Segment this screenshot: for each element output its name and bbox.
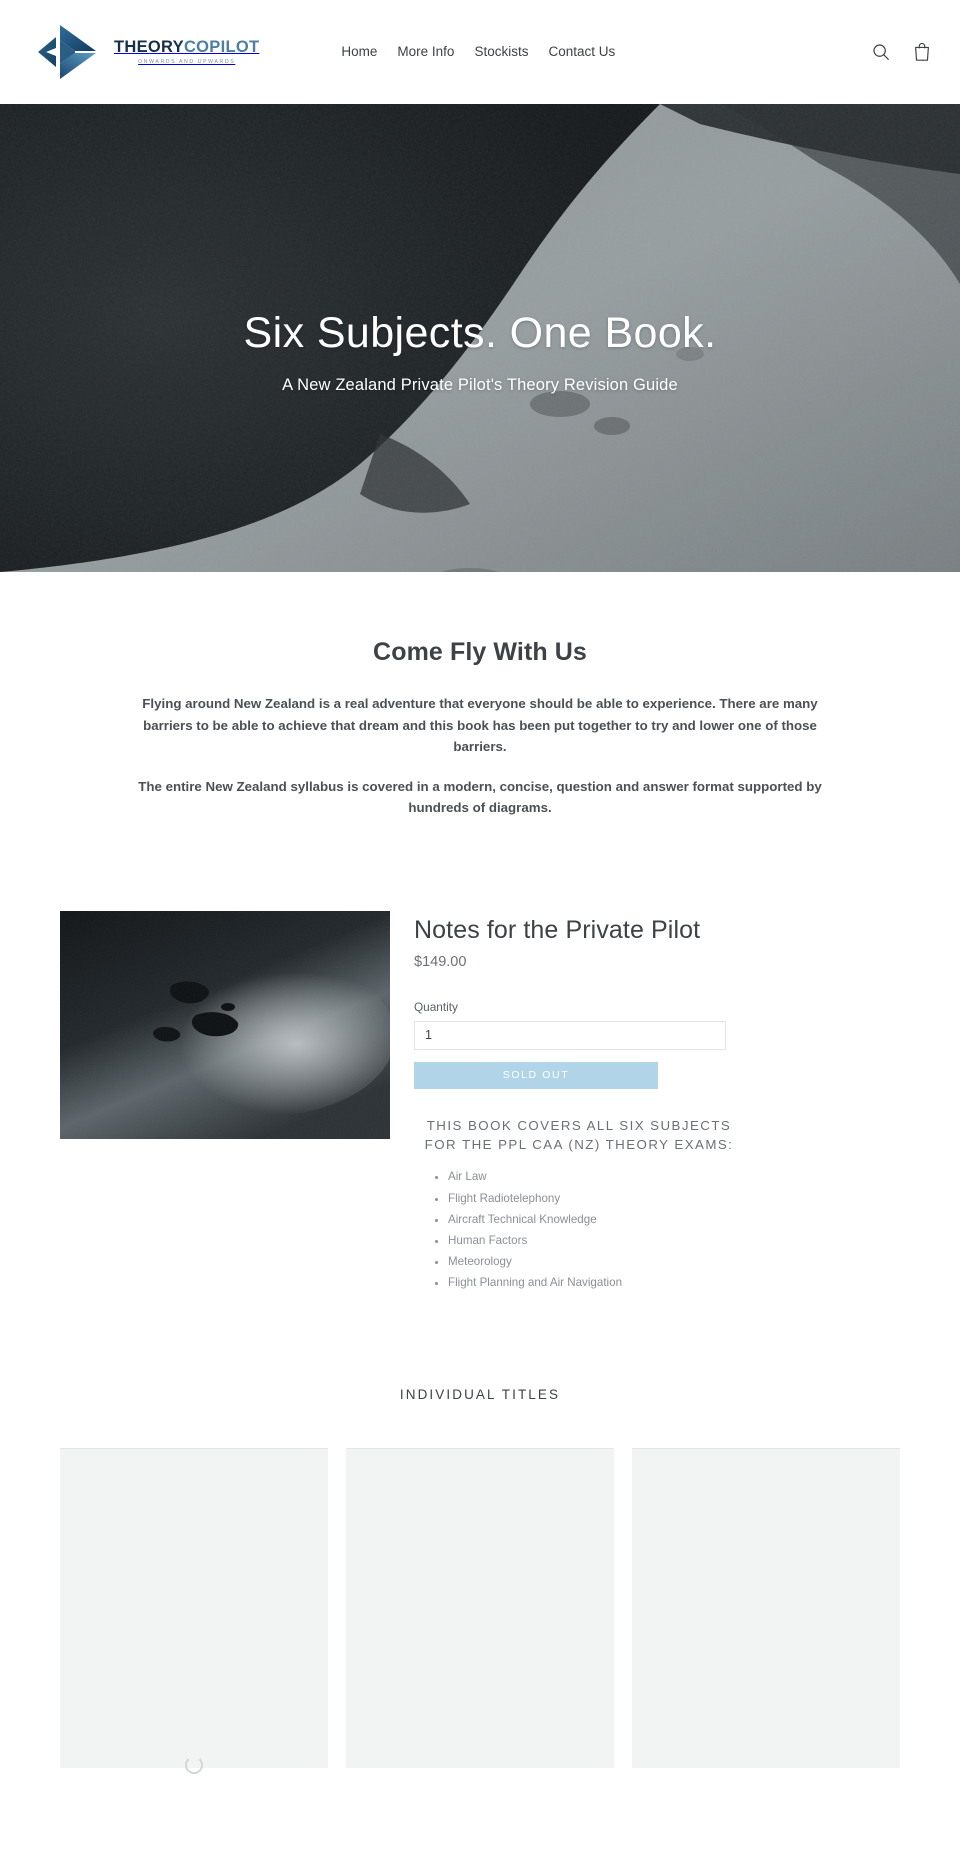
logo-text: THEORYCOPILOT ONWARDS AND UPWARDS xyxy=(114,39,259,66)
nav-item-stockists[interactable]: Stockists xyxy=(474,45,528,59)
product-card[interactable] xyxy=(632,1448,900,1769)
search-icon[interactable] xyxy=(871,41,891,63)
quantity-label: Quantity xyxy=(414,999,458,1014)
list-item: Flight Radiotelephony xyxy=(448,1190,900,1208)
intro-paragraph-1: Flying around New Zealand is a real adve… xyxy=(142,696,818,755)
product-card-grid xyxy=(0,1448,960,1775)
nav-item-contact-us[interactable]: Contact Us xyxy=(548,45,615,59)
main-navigation: Home More Info Stockists Contact Us xyxy=(341,45,615,59)
intro-heading: Come Fly With Us xyxy=(373,638,587,666)
cart-icon[interactable] xyxy=(912,41,932,63)
product-price: $149.00 xyxy=(414,953,467,970)
covers-heading: THIS BOOK COVERS ALL SIX SUBJECTS FOR TH… xyxy=(424,1117,734,1152)
hero-title: Six Subjects. One Book. xyxy=(243,309,717,358)
featured-product-section: Notes for the Private Pilot $149.00 Quan… xyxy=(0,837,960,1295)
hero-content: Six Subjects. One Book. A New Zealand Pr… xyxy=(0,104,960,572)
logo-word-secondary: COPILOT xyxy=(183,37,260,56)
site-logo[interactable]: THEORYCOPILOT ONWARDS AND UPWARDS xyxy=(34,21,259,83)
list-item: Aircraft Technical Knowledge xyxy=(448,1211,900,1229)
nav-item-more-info[interactable]: More Info xyxy=(397,45,454,59)
list-item: Meteorology xyxy=(448,1253,900,1271)
product-card[interactable] xyxy=(346,1448,614,1769)
product-details: Notes for the Private Pilot $149.00 Quan… xyxy=(390,911,900,1295)
site-header: THEORYCOPILOT ONWARDS AND UPWARDS Home M… xyxy=(0,0,960,104)
sold-out-button[interactable]: SOLD OUT xyxy=(414,1061,658,1089)
subject-list: Air Law Flight Radiotelephony Aircraft T… xyxy=(414,1168,900,1291)
chevron-logo-icon xyxy=(38,25,96,79)
product-image-graphic xyxy=(60,910,390,1139)
loading-spinner-icon xyxy=(185,1756,203,1775)
product-image[interactable] xyxy=(60,910,390,1139)
list-item: Flight Planning and Air Navigation xyxy=(448,1274,900,1292)
list-item: Air Law xyxy=(448,1168,900,1186)
nav-item-home[interactable]: Home xyxy=(341,45,377,59)
quantity-input[interactable] xyxy=(414,1020,726,1050)
hero-subtitle: A New Zealand Private Pilot's Theory Rev… xyxy=(282,375,678,394)
product-title: Notes for the Private Pilot xyxy=(414,915,701,944)
hero-banner: Six Subjects. One Book. A New Zealand Pr… xyxy=(0,104,960,572)
individual-titles-heading: INDIVIDUAL TITLES xyxy=(399,1387,561,1403)
intro-section: Come Fly With Us Flying around New Zeala… xyxy=(0,572,960,819)
individual-titles-section: INDIVIDUAL TITLES xyxy=(0,1387,960,1775)
header-icon-group xyxy=(871,41,932,63)
intro-paragraph-2: The entire New Zealand syllabus is cover… xyxy=(138,778,822,816)
logo-tagline: ONWARDS AND UPWARDS xyxy=(138,59,236,66)
list-item: Human Factors xyxy=(448,1232,900,1250)
product-card[interactable] xyxy=(60,1448,328,1775)
logo-word-primary: THEORY xyxy=(114,37,184,56)
